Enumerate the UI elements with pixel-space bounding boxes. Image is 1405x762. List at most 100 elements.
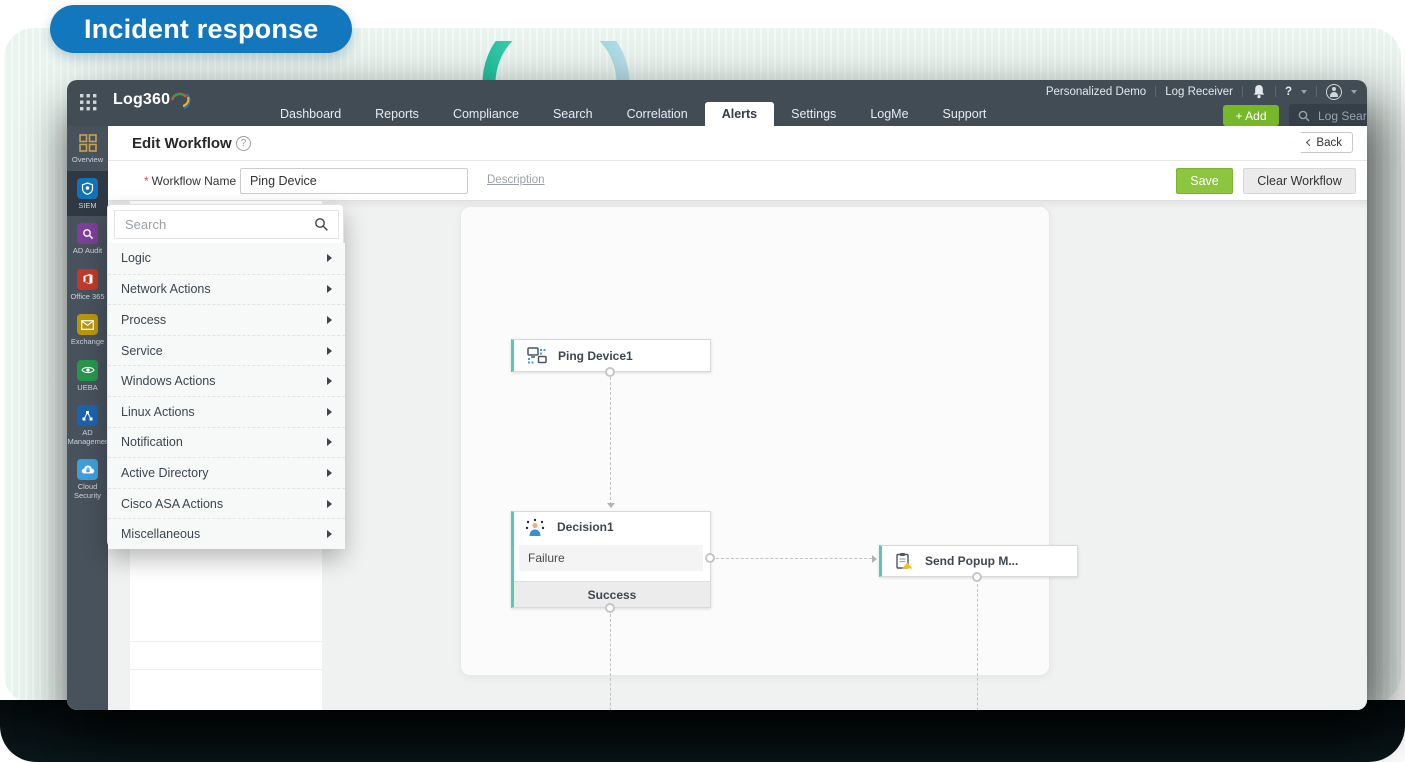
app-window: Log360 Dashboard Reports Compliance Sear… bbox=[67, 80, 1367, 710]
port-success-bottom[interactable] bbox=[605, 603, 615, 613]
office-icon bbox=[77, 269, 98, 290]
app-launcher-icon[interactable] bbox=[80, 94, 97, 111]
sidebar-item-label: AD Audit bbox=[73, 247, 102, 256]
arrowhead-icon bbox=[607, 503, 615, 508]
save-button[interactable]: Save bbox=[1176, 168, 1233, 194]
sidebar-item-ueba[interactable]: UEBA bbox=[67, 353, 108, 399]
chevron-right-icon bbox=[327, 500, 332, 508]
palette-item-label: Notification bbox=[121, 435, 183, 449]
nav-tab-search[interactable]: Search bbox=[536, 102, 610, 126]
palette-search-input[interactable] bbox=[115, 217, 314, 232]
sidebar-item-ad-audit[interactable]: AD Audit bbox=[67, 216, 108, 262]
sidebar-item-label: SIEM bbox=[78, 202, 96, 211]
log-receiver-link[interactable]: Log Receiver bbox=[1165, 86, 1233, 98]
personalized-demo-link[interactable]: Personalized Demo bbox=[1046, 86, 1146, 98]
sidebar-item-label: Exchange bbox=[71, 338, 104, 347]
decorative-arc bbox=[482, 41, 630, 83]
port-popup-right-bottom[interactable] bbox=[972, 572, 982, 582]
divider bbox=[1155, 86, 1156, 97]
log-search-box[interactable]: Log Search bbox=[1289, 104, 1367, 127]
nav-tab-support[interactable]: Support bbox=[926, 102, 1004, 126]
title-badge: Incident response bbox=[50, 5, 352, 53]
palette-search-box[interactable] bbox=[114, 210, 339, 239]
palette-item-cisco-asa-actions[interactable]: Cisco ASA Actions bbox=[108, 488, 345, 519]
palette-item-label: Process bbox=[121, 313, 166, 327]
nav-tab-logme[interactable]: LogMe bbox=[853, 102, 925, 126]
help-icon[interactable]: ? bbox=[236, 136, 251, 151]
palette-item-label: Service bbox=[121, 344, 163, 358]
log360-logo-swoosh bbox=[170, 91, 192, 111]
sidebar-item-siem[interactable]: SIEM bbox=[67, 171, 108, 217]
help-menu[interactable]: ? bbox=[1285, 86, 1292, 98]
palette-item-miscellaneous[interactable]: Miscellaneous bbox=[108, 518, 345, 549]
chevron-right-icon bbox=[327, 408, 332, 416]
chevron-right-icon bbox=[327, 285, 332, 293]
palette-item-process[interactable]: Process bbox=[108, 304, 345, 335]
chevron-right-icon bbox=[327, 347, 332, 355]
search-icon bbox=[314, 217, 329, 232]
eye-icon bbox=[77, 360, 98, 381]
title-badge-label: Incident response bbox=[84, 14, 318, 45]
sidebar-item-label: UEBA bbox=[77, 384, 97, 393]
sidebar-item-overview[interactable]: Overview bbox=[67, 126, 108, 171]
main-nav: Dashboard Reports Compliance Search Corr… bbox=[263, 102, 1003, 126]
nav-tab-alerts[interactable]: Alerts bbox=[705, 102, 774, 126]
chevron-right-icon bbox=[327, 254, 332, 262]
chevron-right-icon bbox=[327, 530, 332, 538]
magnifier-icon bbox=[77, 223, 98, 244]
palette-item-linux-actions[interactable]: Linux Actions bbox=[108, 396, 345, 427]
sidebar-item-label: Cloud Security bbox=[70, 483, 106, 500]
decision-branch-failure[interactable]: Failure bbox=[519, 545, 703, 571]
connector-ping-decision bbox=[610, 377, 611, 505]
back-button[interactable]: Back bbox=[1290, 132, 1353, 153]
node-decision[interactable]: Decision1 Failure Success bbox=[511, 511, 711, 608]
add-button[interactable]: + Add bbox=[1223, 105, 1279, 126]
palette-item-network-actions[interactable]: Network Actions bbox=[108, 274, 345, 305]
sidebar-item-office365[interactable]: Office 365 bbox=[67, 262, 108, 308]
palette-item-notification[interactable]: Notification bbox=[108, 427, 345, 458]
marketing-frame: Incident response Log360 bbox=[0, 0, 1405, 762]
palette-item-logic[interactable]: Logic bbox=[108, 243, 345, 274]
device-ping-icon bbox=[527, 347, 547, 365]
description-link[interactable]: Description bbox=[487, 174, 545, 186]
clear-workflow-label: Clear Workflow bbox=[1257, 174, 1342, 188]
workflow-name-input[interactable] bbox=[240, 168, 468, 194]
nav-tab-correlation[interactable]: Correlation bbox=[610, 102, 705, 126]
palette-item-windows-actions[interactable]: Windows Actions bbox=[108, 365, 345, 396]
clear-workflow-button[interactable]: Clear Workflow bbox=[1243, 168, 1356, 194]
search-icon bbox=[1298, 110, 1310, 122]
nav-tab-reports[interactable]: Reports bbox=[358, 102, 436, 126]
connector-failure-popup bbox=[716, 558, 872, 559]
branch-label: Success bbox=[588, 588, 637, 602]
chevron-left-icon bbox=[1306, 139, 1313, 146]
port-ping-bottom[interactable] bbox=[605, 367, 615, 377]
palette-item-label: Active Directory bbox=[121, 466, 209, 480]
user-avatar[interactable] bbox=[1326, 84, 1342, 100]
port-failure-right[interactable] bbox=[705, 553, 715, 563]
header-utility-bar: Personalized Demo Log Receiver ? bbox=[1046, 80, 1357, 103]
palette-item-list: Logic Network Actions Process Service Wi… bbox=[108, 243, 345, 549]
sidebar-item-label: AD Management bbox=[68, 429, 108, 446]
log360-logo[interactable]: Log360 bbox=[113, 91, 192, 111]
nav-tab-settings[interactable]: Settings bbox=[774, 102, 853, 126]
nav-tab-dashboard[interactable]: Dashboard bbox=[263, 102, 358, 126]
palette-item-label: Miscellaneous bbox=[121, 527, 200, 541]
bell-icon[interactable] bbox=[1252, 84, 1266, 99]
node-label: Decision1 bbox=[557, 520, 614, 534]
nav-tab-compliance[interactable]: Compliance bbox=[436, 102, 536, 126]
back-button-label: Back bbox=[1316, 137, 1342, 149]
sidebar-item-ad-management[interactable]: AD Management bbox=[67, 398, 108, 452]
workflow-name-label: *Workflow Name bbox=[144, 174, 236, 188]
log360-logo-text: Log360 bbox=[113, 91, 170, 109]
chevron-right-icon bbox=[327, 438, 332, 446]
help-icon-glyph: ? bbox=[241, 138, 247, 149]
palette-item-active-directory[interactable]: Active Directory bbox=[108, 457, 345, 488]
palette-item-service[interactable]: Service bbox=[108, 335, 345, 366]
sidebar-item-cloud-security[interactable]: Cloud Security bbox=[67, 452, 108, 506]
palette-item-label: Linux Actions bbox=[121, 405, 195, 419]
node-label: Send Popup M... bbox=[925, 554, 1018, 568]
edit-workflow-bar: Edit Workflow ? Back bbox=[108, 126, 1367, 161]
arrowhead-icon bbox=[872, 555, 877, 563]
envelope-icon bbox=[77, 314, 98, 335]
sidebar-item-exchange[interactable]: Exchange bbox=[67, 307, 108, 353]
